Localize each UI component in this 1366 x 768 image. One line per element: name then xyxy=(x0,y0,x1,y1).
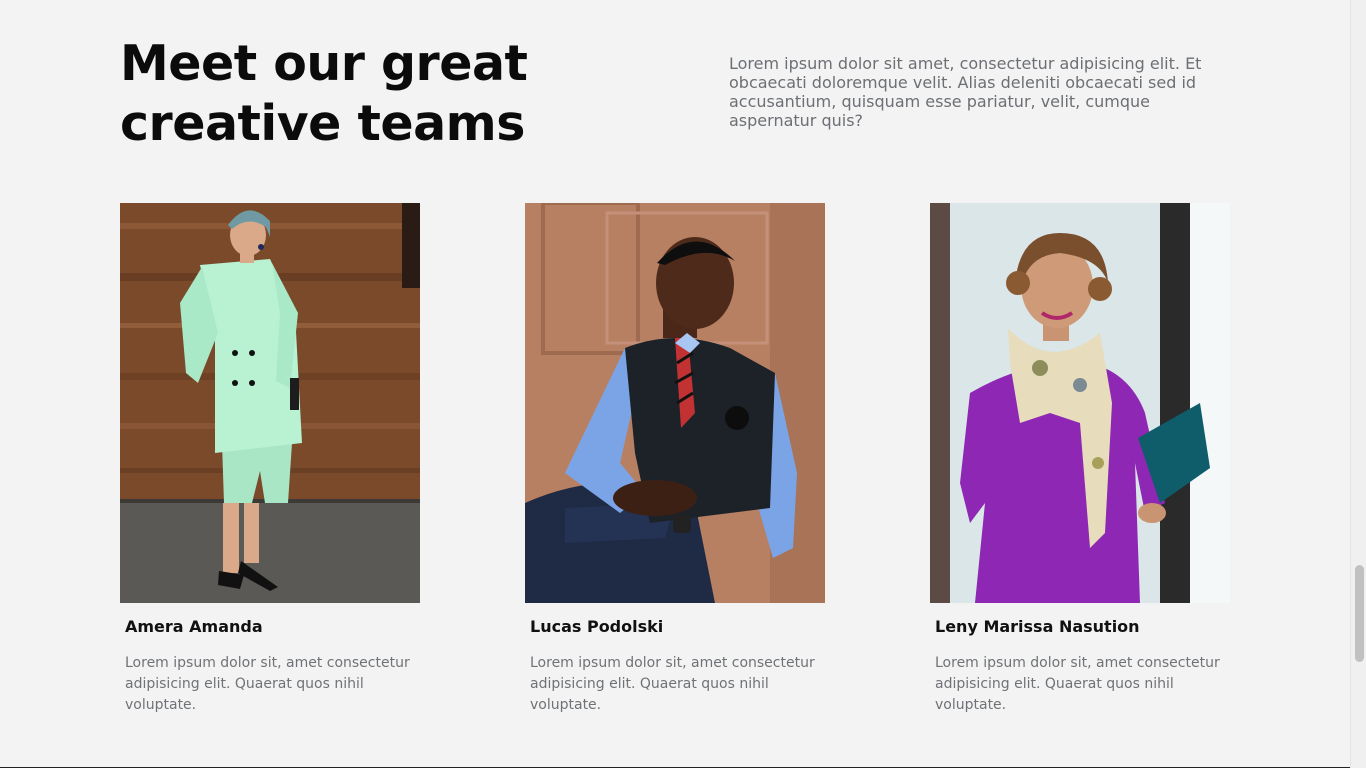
page-scrollbar[interactable] xyxy=(1350,0,1366,768)
team-section: Meet our great creative teams Lorem ipsu… xyxy=(0,0,1366,768)
team-card: Amera Amanda Lorem ipsum dolor sit, amet… xyxy=(120,203,420,716)
team-card: Leny Marissa Nasution Lorem ipsum dolor … xyxy=(930,203,1230,716)
team-card: Lucas Podolski Lorem ipsum dolor sit, am… xyxy=(525,203,825,716)
team-member-bio: Lorem ipsum dolor sit, amet consectetur … xyxy=(935,655,1220,713)
team-member-name: Lucas Podolski xyxy=(530,617,664,636)
section-title-line2: creative teams xyxy=(120,95,525,152)
section-title: Meet our great creative teams xyxy=(120,34,590,154)
team-photo-leny xyxy=(930,203,1230,603)
scrollbar-thumb[interactable] xyxy=(1355,565,1364,662)
team-member-name: Leny Marissa Nasution xyxy=(935,617,1140,636)
team-photo-lucas xyxy=(525,203,825,603)
section-intro: Lorem ipsum dolor sit amet, consectetur … xyxy=(729,54,1202,130)
section-title-line1: Meet our great xyxy=(120,35,528,92)
team-member-name: Amera Amanda xyxy=(125,617,263,636)
team-photo-amera xyxy=(120,203,420,603)
team-member-bio: Lorem ipsum dolor sit, amet consectetur … xyxy=(125,655,410,713)
team-member-bio: Lorem ipsum dolor sit, amet consectetur … xyxy=(530,655,815,713)
